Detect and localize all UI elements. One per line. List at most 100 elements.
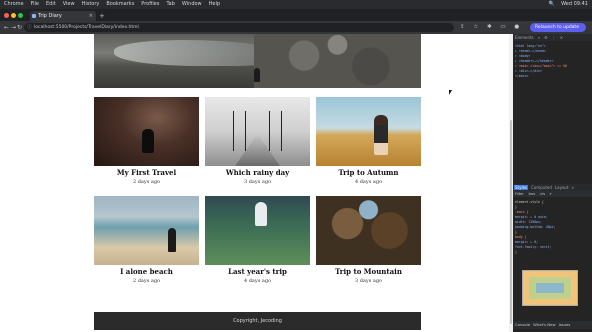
- menubar-status-item[interactable]: 🔍: [549, 1, 555, 7]
- post-photo[interactable]: [94, 97, 199, 166]
- style-rule-line[interactable]: .main {: [515, 210, 528, 214]
- styles-toolbar-item[interactable]: :hov: [528, 192, 536, 196]
- styles-toolbar-item[interactable]: +: [549, 192, 552, 196]
- style-rule-line[interactable]: }: [515, 205, 517, 209]
- macos-menubar: Chrome File Edit View History Bookmarks Profil…: [0, 0, 592, 9]
- devtools-panel-tab[interactable]: Computed: [531, 185, 552, 190]
- post-date: 3 days ago: [243, 179, 272, 185]
- devtools-top-tab[interactable]: ⚙: [544, 35, 548, 40]
- drawer-tab[interactable]: Console: [515, 322, 530, 327]
- menubar-item[interactable]: Chrome: [4, 1, 24, 7]
- tab-favicon-icon: [32, 14, 36, 18]
- back-arrow-icon[interactable]: ←: [4, 21, 9, 34]
- browser-toolbar: ← → ↻ ⓘ localhost:5500/Projects/TravelDi…: [0, 21, 592, 34]
- devtools-panel-tab[interactable]: Styles: [514, 185, 529, 190]
- style-rule-line[interactable]: font-family: serif;: [515, 245, 551, 249]
- menubar-item[interactable]: File: [31, 1, 39, 7]
- extensions-icon[interactable]: ✱: [487, 24, 492, 30]
- devtools-panel-tabs: Styles Computed Layout»: [513, 184, 592, 191]
- dom-node-line[interactable]: ▸ <head>…</head>: [515, 49, 546, 53]
- styles-toolbar-item[interactable]: .cls: [539, 192, 545, 196]
- post-date: 3 days ago: [354, 278, 383, 284]
- post-date: 2 days ago: [132, 179, 161, 185]
- dom-node-line[interactable]: ▾ <body>: [515, 54, 530, 58]
- drawer-tab[interactable]: What's New: [533, 322, 556, 327]
- page-viewport: My First Travel 2 days ago Which rainy d…: [0, 34, 511, 332]
- box-model-diagram: [522, 270, 578, 306]
- scrollbar-thumb[interactable]: [510, 120, 512, 324]
- style-rule-line[interactable]: width: 1200px;: [515, 220, 542, 224]
- browser-tab[interactable]: Trip Diary ×: [30, 11, 96, 21]
- maximize-window-button[interactable]: [18, 13, 23, 18]
- browser-tab-strip: Trip Diary × +: [0, 9, 592, 21]
- style-rule-line[interactable]: element.style {: [515, 200, 544, 204]
- minimize-window-button[interactable]: [11, 13, 16, 18]
- menubar-item[interactable]: Tab: [166, 1, 174, 7]
- styles-toolbar-item[interactable]: Filter: [515, 192, 524, 196]
- style-rule-line[interactable]: }: [515, 230, 517, 234]
- devtools-panel: Elements » ⚙ ⋮ ✕ <html lang="en"> ▸ <head>…</…: [513, 34, 592, 332]
- dom-node-line[interactable]: <html lang="en">: [515, 44, 546, 48]
- page-footer: Copyright, Jecoding: [94, 312, 421, 330]
- menubar-status: 🔍 Wed 09:41: [543, 0, 588, 9]
- devtools-top-tabs: Elements » ⚙ ⋮ ✕: [513, 34, 592, 41]
- post-photo[interactable]: [316, 196, 421, 265]
- style-rule-line[interactable]: margin: ▸ 0 auto;: [515, 215, 548, 219]
- menubar-item[interactable]: Help: [209, 1, 220, 7]
- share-icon[interactable]: ⇪: [460, 24, 465, 30]
- avatar[interactable]: ●: [514, 24, 519, 30]
- info-icon[interactable]: ⓘ: [27, 23, 32, 32]
- style-rule-line[interactable]: body {: [515, 235, 527, 239]
- devtools-drawer-tabs: Console What's New Issues: [513, 321, 592, 329]
- dom-node-line[interactable]: ▸ <header>…</header>: [515, 59, 553, 63]
- tab-title: Trip Diary: [38, 13, 62, 19]
- post-date: 4 days ago: [354, 179, 383, 185]
- menubar-item[interactable]: Edit: [46, 1, 56, 7]
- post-photo[interactable]: [94, 196, 199, 265]
- address-bar[interactable]: ⓘ localhost:5500/Projects/TravelDiary/in…: [24, 23, 454, 32]
- devtools-panel-tab[interactable]: »: [572, 185, 574, 190]
- menubar-item[interactable]: Bookmarks: [106, 1, 134, 7]
- menubar-items: Chrome File Edit View History Bookmarks Profil…: [4, 0, 227, 9]
- sidebar-icon[interactable]: ▭: [500, 24, 505, 30]
- post-title[interactable]: My First Travel: [94, 168, 199, 177]
- toolbar-icons: ⇪ ☆ ✱ ▭ ●: [460, 21, 526, 34]
- menubar-status-item[interactable]: Wed 09:41: [561, 1, 588, 7]
- style-rule-line[interactable]: padding-bottom: 40px;: [515, 225, 555, 229]
- bookmark-star-icon[interactable]: ☆: [473, 24, 478, 30]
- hero-image: [94, 34, 421, 88]
- devtools-panel-tab[interactable]: Layout: [555, 185, 569, 190]
- post-title[interactable]: Which rainy day: [205, 168, 310, 177]
- post-photo[interactable]: [205, 97, 310, 166]
- post-date: 4 days ago: [243, 278, 272, 284]
- drawer-tab[interactable]: Issues: [559, 322, 571, 327]
- dom-node-line[interactable]: </main>: [515, 74, 528, 78]
- url-text: localhost:5500/Projects/TravelDiary/inde…: [34, 25, 139, 30]
- menubar-item[interactable]: View: [63, 1, 75, 7]
- post-title[interactable]: Last year's trip: [205, 267, 310, 276]
- styles-toolbar: Filter :hov .cls +: [513, 191, 592, 197]
- post-title[interactable]: Trip to Autumn: [316, 168, 421, 177]
- style-rule-line[interactable]: }: [515, 250, 517, 254]
- close-window-button[interactable]: [4, 13, 9, 18]
- post-photo[interactable]: [316, 97, 421, 166]
- menubar-item[interactable]: Window: [182, 1, 202, 7]
- update-chip[interactable]: Relaunch to update: [530, 23, 586, 32]
- dom-node-line[interactable]: ▸ <div>…</div>: [515, 69, 542, 73]
- menubar-item[interactable]: Profiles: [141, 1, 159, 7]
- post-title[interactable]: I alone beach: [94, 267, 199, 276]
- close-tab-icon[interactable]: ×: [89, 11, 93, 21]
- forward-arrow-icon[interactable]: →: [11, 21, 16, 34]
- new-tab-button[interactable]: +: [99, 11, 105, 21]
- reload-icon[interactable]: ↻: [17, 21, 22, 34]
- style-rule-line[interactable]: margin: ▸ 0;: [515, 240, 538, 244]
- devtools-top-tab[interactable]: »: [538, 35, 540, 40]
- devtools-top-tab[interactable]: ⋮: [552, 35, 556, 40]
- devtools-top-tab[interactable]: Elements: [515, 35, 534, 40]
- menubar-item[interactable]: History: [82, 1, 100, 7]
- post-photo[interactable]: [205, 196, 310, 265]
- post-title[interactable]: Trip to Mountain: [316, 267, 421, 276]
- post-date: 2 days ago: [132, 278, 161, 284]
- dom-node-line[interactable]: ▾ <main class="main"> == $0: [515, 64, 567, 68]
- devtools-top-tab[interactable]: ✕: [560, 35, 563, 40]
